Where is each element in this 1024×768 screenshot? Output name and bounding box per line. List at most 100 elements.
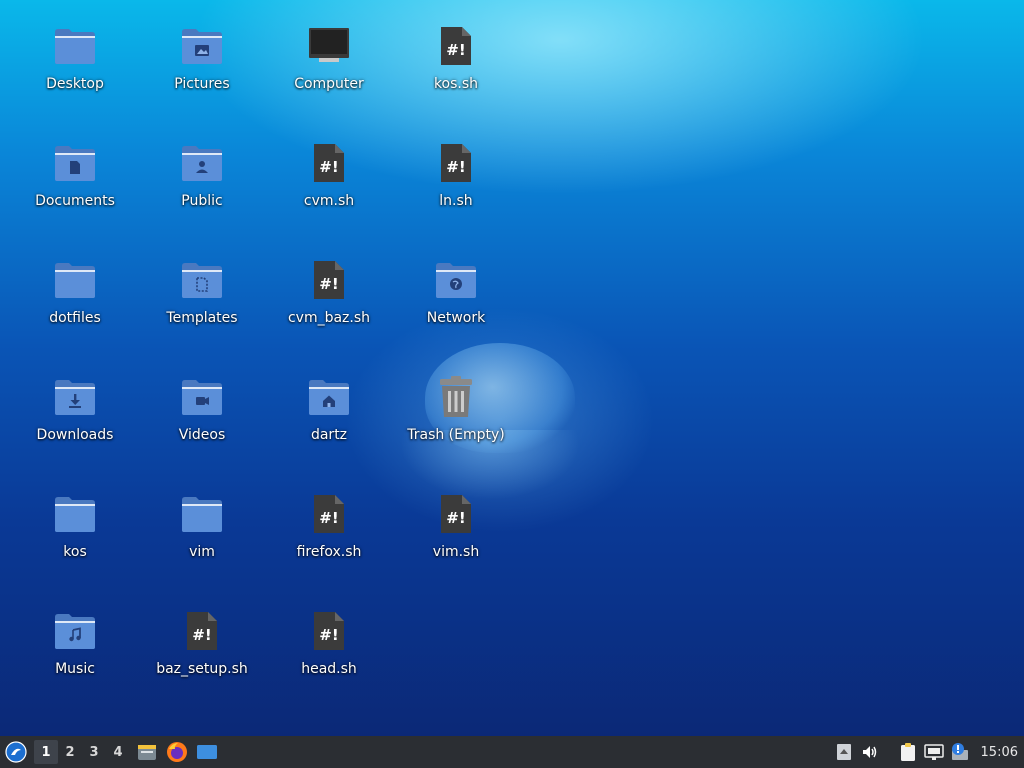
desktop-icon-label: cvm_baz.sh: [287, 310, 371, 326]
show-desktop-icon: [197, 745, 217, 759]
icon-image: [434, 375, 478, 419]
desktop-icon-firefox-sh[interactable]: #! firefox.sh: [274, 490, 384, 590]
desktop-icon-label: baz_setup.sh: [156, 661, 248, 677]
desktop-icon-label: Videos: [178, 427, 226, 443]
desktop-icon-music[interactable]: Music: [20, 607, 130, 707]
desktop: Desktop Pictures Computer #! kos.sh Docu…: [0, 0, 1024, 736]
script-file-icon: #!: [314, 495, 344, 533]
update-notifier-icon: [951, 743, 968, 760]
workspace-3[interactable]: 3: [82, 740, 106, 764]
icon-image: #!: [307, 258, 351, 302]
workspace-4[interactable]: 4: [106, 740, 130, 764]
network-icon: [923, 744, 944, 760]
svg-text:#!: #!: [319, 626, 338, 644]
icon-image: [180, 141, 224, 185]
svg-text:#!: #!: [319, 158, 338, 176]
desktop-icon-label: dartz: [310, 427, 348, 443]
icon-image: #!: [307, 609, 351, 653]
desktop-icon-label: vim: [189, 544, 215, 560]
icon-image: [307, 24, 351, 68]
desktop-icon-public[interactable]: Public: [147, 139, 257, 239]
clipboard-icon: [900, 743, 915, 761]
icon-image: #!: [434, 141, 478, 185]
desktop-icon-kos[interactable]: kos: [20, 490, 130, 590]
workspace-2[interactable]: 2: [58, 740, 82, 764]
desktop-icon-label: cvm.sh: [303, 193, 355, 209]
desktop-icon-label: head.sh: [301, 661, 357, 677]
desktop-icon-dartz[interactable]: dartz: [274, 373, 384, 473]
firefox-icon: [167, 742, 187, 762]
icon-image: [180, 375, 224, 419]
tray-arrow[interactable]: [831, 736, 857, 768]
desktop-icon-vim[interactable]: vim: [147, 490, 257, 590]
desktop-icon-label: ln.sh: [439, 193, 473, 209]
folder-icon: [182, 29, 222, 64]
folder-icon: [55, 29, 95, 64]
desktop-icon-head-sh[interactable]: #! head.sh: [274, 607, 384, 707]
script-file-icon: #!: [441, 144, 471, 182]
start-menu-button[interactable]: [0, 736, 32, 768]
svg-text:#!: #!: [319, 509, 338, 527]
script-file-icon: #!: [441, 495, 471, 533]
desktop-icon-vim-sh[interactable]: #! vim.sh: [401, 490, 511, 590]
desktop-icon-label: Templates: [166, 310, 238, 326]
icon-image: [53, 24, 97, 68]
desktop-icon-dotfiles[interactable]: dotfiles: [20, 256, 130, 356]
trash-icon: [440, 376, 472, 417]
desktop-icon-templates[interactable]: Templates: [147, 256, 257, 356]
volume-icon: [862, 746, 876, 758]
workspace-1[interactable]: 1: [34, 740, 58, 764]
tray-arrow-icon: [836, 744, 851, 760]
folder-icon: [182, 263, 222, 298]
svg-text:#!: #!: [446, 509, 465, 527]
show-desktop-button[interactable]: [194, 739, 220, 765]
network-status[interactable]: [921, 736, 947, 768]
svg-text:#!: #!: [319, 275, 338, 293]
svg-text:#!: #!: [192, 626, 211, 644]
icon-image: [53, 375, 97, 419]
svg-text:#!: #!: [446, 41, 465, 59]
desktop-icon-label: Downloads: [36, 427, 114, 443]
desktop-icon-baz-setup-sh[interactable]: #! baz_setup.sh: [147, 607, 257, 707]
desktop-icon-label: Documents: [35, 193, 115, 209]
icon-image: [53, 258, 97, 302]
file-manager-launcher[interactable]: [134, 739, 160, 765]
desktop-icon-label: Trash (Empty): [407, 427, 505, 443]
desktop-icon-documents[interactable]: Documents: [20, 139, 130, 239]
desktop-icon-label: Music: [55, 661, 95, 677]
workspace-switcher: 1234: [34, 740, 130, 764]
desktop-icon-videos[interactable]: Videos: [147, 373, 257, 473]
folder-icon: [309, 380, 349, 415]
clock[interactable]: 15:06: [973, 745, 1024, 760]
desktop-icon-cvm-baz-sh[interactable]: #! cvm_baz.sh: [274, 256, 384, 356]
icon-image: [180, 492, 224, 536]
folder-icon: [55, 380, 95, 415]
desktop-icon-label: Pictures: [174, 76, 230, 92]
volume-control[interactable]: [857, 736, 883, 768]
script-file-icon: #!: [314, 261, 344, 299]
clipboard-manager[interactable]: [895, 736, 921, 768]
desktop-icon-ln-sh[interactable]: #! ln.sh: [401, 139, 511, 239]
script-file-icon: #!: [187, 612, 217, 650]
icon-image: [53, 609, 97, 653]
desktop-icon-label: kos.sh: [433, 76, 479, 92]
desktop-icon-kos-sh[interactable]: #! kos.sh: [401, 22, 511, 122]
desktop-icon-label: Network: [426, 310, 486, 326]
icon-image: #!: [307, 141, 351, 185]
desktop-icon-computer[interactable]: Computer: [274, 22, 384, 122]
desktop-icon-downloads[interactable]: Downloads: [20, 373, 130, 473]
desktop-icon-desktop[interactable]: Desktop: [20, 22, 130, 122]
update-notifier[interactable]: [947, 736, 973, 768]
folder-icon: [182, 146, 222, 181]
desktop-icon-network[interactable]: Network: [401, 256, 511, 356]
folder-icon: [55, 146, 95, 181]
desktop-icon-trash-empty[interactable]: Trash (Empty): [401, 373, 511, 473]
desktop-icon-label: vim.sh: [432, 544, 480, 560]
icon-image: [434, 258, 478, 302]
icon-image: #!: [434, 24, 478, 68]
lubuntu-logo-icon: [5, 741, 27, 763]
firefox-launcher[interactable]: [164, 739, 190, 765]
desktop-icon-cvm-sh[interactable]: #! cvm.sh: [274, 139, 384, 239]
icon-image: #!: [307, 492, 351, 536]
desktop-icon-pictures[interactable]: Pictures: [147, 22, 257, 122]
